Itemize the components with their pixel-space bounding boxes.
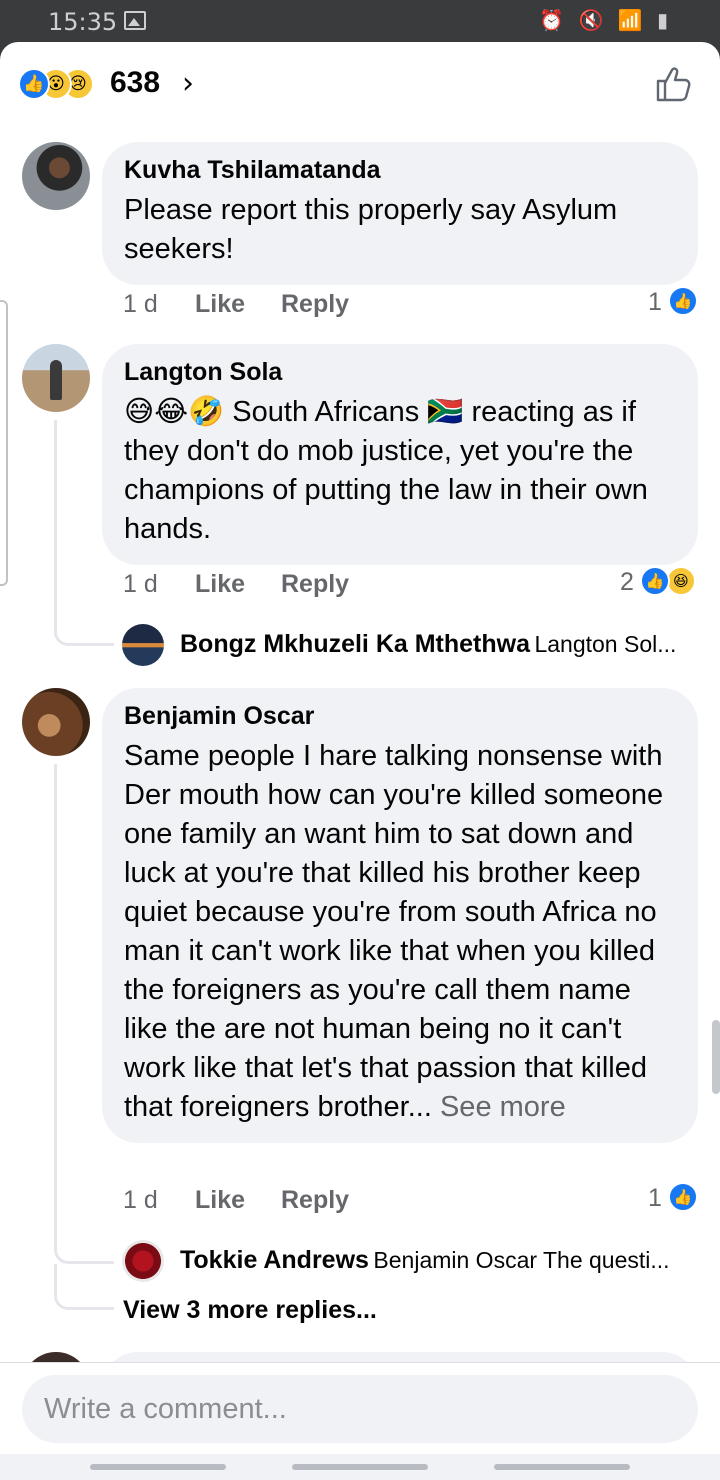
haha-icon[interactable]: 😆 <box>666 566 696 596</box>
reply-avatar[interactable] <box>122 624 164 666</box>
comment-input[interactable] <box>22 1375 698 1443</box>
system-status-icons: ⏰ 🔇 📶 ▮ <box>539 8 672 32</box>
reply-button[interactable]: Reply <box>281 1186 349 1215</box>
status-time: 15:35 <box>48 8 118 36</box>
comment-bubble[interactable]: Benjamin Oscar Same people I hare talkin… <box>102 688 698 1143</box>
reply-author[interactable]: Bongz Mkhuzeli Ka Mthethwa <box>180 630 530 658</box>
like-button[interactable]: Like <box>195 1186 245 1215</box>
reply-preview[interactable]: Bongz Mkhuzeli Ka Mthethwa Langton Sol..… <box>180 630 700 662</box>
comment-time[interactable]: 1 d <box>123 570 158 599</box>
comments-sheet: 👍 😮 😢 638 › Kuvha Tshilamatanda Please r… <box>0 42 720 1480</box>
comment-composer-bar <box>0 1362 720 1454</box>
thread-line <box>54 1264 114 1310</box>
nav-pill[interactable] <box>292 1464 428 1470</box>
avatar[interactable] <box>22 344 90 412</box>
comment-text: 😅😂🤣 South Africans 🇿🇦 reacting as if the… <box>124 396 648 545</box>
comment-author[interactable]: Benjamin Oscar <box>124 702 676 731</box>
comment-text: Please report this properly say Asylum s… <box>124 194 618 265</box>
comment-reaction-count[interactable]: 1 <box>648 1184 662 1213</box>
reply-button[interactable]: Reply <box>281 290 349 319</box>
like-icon[interactable]: 👍 <box>640 566 670 596</box>
reactions-header[interactable]: 👍 😮 😢 638 › <box>0 42 720 124</box>
thumbs-up-icon[interactable] <box>654 64 694 104</box>
comment-reaction-count[interactable]: 2 <box>620 568 634 597</box>
nav-pill[interactable] <box>90 1464 226 1470</box>
comment-bubble[interactable]: Langton Sola 😅😂🤣 South Africans 🇿🇦 react… <box>102 344 698 565</box>
avatar[interactable] <box>22 142 90 210</box>
nav-pill[interactable] <box>494 1464 630 1470</box>
reply-button[interactable]: Reply <box>281 570 349 599</box>
scrollbar-thumb[interactable] <box>712 1020 720 1094</box>
reply-avatar[interactable] <box>122 1240 164 1282</box>
comment-bubble[interactable]: Kuvha Tshilamatanda Please report this p… <box>102 142 698 285</box>
reply-preview[interactable]: Tokkie Andrews Benjamin Oscar The questi… <box>180 1246 700 1278</box>
reply-snippet: Benjamin Oscar The questi... <box>373 1247 670 1273</box>
like-icon[interactable]: 👍 <box>668 1182 698 1212</box>
edge-handle <box>0 300 8 586</box>
see-more-link[interactable]: See more <box>440 1091 566 1123</box>
comment-time[interactable]: 1 d <box>123 290 158 319</box>
like-icon: 👍 <box>18 68 50 100</box>
avatar[interactable] <box>22 688 90 756</box>
like-button[interactable]: Like <box>195 290 245 319</box>
view-more-replies-link[interactable]: View 3 more replies... <box>123 1296 377 1325</box>
gesture-navbar <box>0 1454 720 1480</box>
comment-text: Same people I hare talking nonsense with… <box>124 740 664 1123</box>
reaction-count[interactable]: 638 <box>110 66 160 100</box>
comment-author[interactable]: Langton Sola <box>124 358 676 387</box>
status-bar: 15:35 ⏰ 🔇 📶 ▮ <box>0 0 720 42</box>
reply-author[interactable]: Tokkie Andrews <box>180 1246 369 1274</box>
chevron-right-icon[interactable]: › <box>182 66 194 101</box>
comment-time[interactable]: 1 d <box>123 1186 158 1215</box>
like-button[interactable]: Like <box>195 570 245 599</box>
reply-snippet: Langton Sol... <box>534 631 677 657</box>
comment-reaction-count[interactable]: 1 <box>648 288 662 317</box>
like-icon[interactable]: 👍 <box>668 286 698 316</box>
gallery-icon <box>124 11 146 30</box>
comment-author[interactable]: Kuvha Tshilamatanda <box>124 156 676 185</box>
